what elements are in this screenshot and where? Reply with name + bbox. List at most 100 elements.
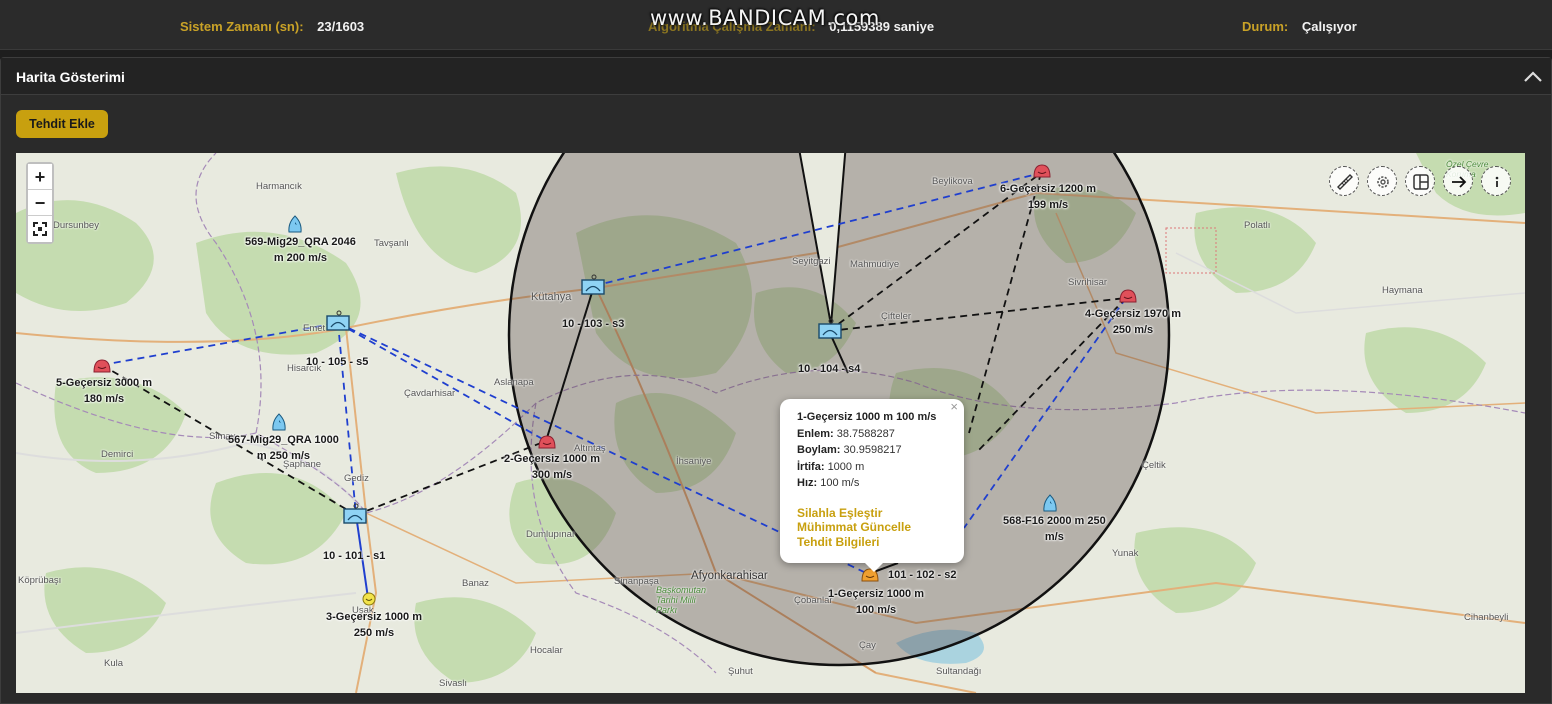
- system-label-s1: 10 - 101 - s1: [323, 550, 386, 562]
- threat-label-line1: 4-Geçersiz 1970 m: [1085, 308, 1182, 320]
- threat-label-line1: 6-Geçersiz 1200 m: [1000, 183, 1097, 195]
- status-bar: Sistem Zamanı (sn): 23/1603 Algoritma Ça…: [0, 0, 1552, 50]
- aircraft-label-568: 568-F16 2000 m 250 m/s: [1003, 513, 1106, 545]
- town-label: Kula: [104, 658, 124, 669]
- threat-label-t3: 3-Geçersiz 1000 m 250 m/s: [326, 609, 422, 641]
- park-label: Başkomutan Tarihi Milli Parkı: [656, 585, 707, 615]
- threat-label-line1: 3-Geçersiz 1000 m: [326, 611, 423, 623]
- threat-marker-t3[interactable]: [361, 591, 377, 607]
- gear-icon: [1377, 176, 1389, 188]
- system-marker-s4[interactable]: [817, 318, 845, 342]
- map-view[interactable]: Harmancık Dursunbey Tavşanlı Kütahya Eme…: [16, 153, 1525, 693]
- add-threat-button[interactable]: Tehdit Ekle: [16, 110, 108, 138]
- threat-marker-t2[interactable]: [538, 434, 556, 450]
- next-button[interactable]: [1443, 166, 1473, 196]
- alt-label: İrtifa:: [797, 460, 825, 473]
- close-icon[interactable]: ×: [950, 399, 958, 416]
- town-label: Çobanlar: [794, 595, 833, 606]
- system-marker-s3[interactable]: [580, 274, 608, 298]
- system-marker-s5[interactable]: [325, 310, 353, 334]
- town-label: Afyonkarahisar: [691, 570, 768, 582]
- threat-label-line2: 100 m/s: [855, 604, 897, 616]
- threat-label-line1: 2-Geçersiz 1000 m: [504, 453, 601, 465]
- system-time-label: Sistem Zamanı (sn):: [180, 19, 304, 34]
- info-button[interactable]: [1481, 166, 1511, 196]
- zoom-out-button[interactable]: −: [28, 190, 52, 216]
- map-canvas: [16, 153, 1525, 693]
- lon-value: 30.9598217: [843, 444, 902, 456]
- weapon-pair-link[interactable]: Silahla Eşleştir: [797, 506, 952, 521]
- speed-label: Hız:: [797, 477, 818, 489]
- town-label: Haymana: [1382, 285, 1423, 296]
- zoom-in-button[interactable]: +: [28, 164, 52, 190]
- system-time-value: 23/1603: [317, 19, 365, 34]
- chevron-up-icon[interactable]: [1523, 68, 1543, 84]
- threat-info-link[interactable]: Tehdit Bilgileri: [797, 535, 952, 550]
- settings-button[interactable]: [1367, 166, 1397, 196]
- panel-header[interactable]: Harita Gösterimi: [1, 58, 1551, 95]
- threat-label-t6: 6-Geçersiz 1200 m 199 m/s: [1000, 181, 1096, 213]
- town-label: Çay: [859, 640, 876, 651]
- lat-label: Enlem:: [797, 427, 834, 440]
- system-marker-s1[interactable]: [342, 503, 370, 527]
- popup-speed: Hız: 100 m/s: [797, 475, 952, 492]
- lon-label: Boylam:: [797, 444, 841, 456]
- popup-lon: Boylam: 30.9598217: [797, 442, 952, 459]
- town-label: Hocalar: [530, 645, 563, 656]
- threat-label-line1: 1-Geçersiz 1000 m: [828, 588, 925, 600]
- town-label: Harmancık: [256, 181, 302, 192]
- system-time: Sistem Zamanı (sn): 23/1603: [180, 19, 364, 34]
- fullscreen-icon: [33, 222, 47, 236]
- town-label: Dursunbey: [53, 220, 99, 231]
- threat-label-t1: 1-Geçersiz 1000 m 100 m/s: [828, 586, 924, 618]
- threat-label-t5: 5-Geçersiz 3000 m 180 m/s: [56, 375, 152, 407]
- system-label-s2: 101 - 102 - s2: [888, 569, 957, 581]
- threat-label-line2: 300 m/s: [531, 469, 573, 481]
- town-label: Seyitgazi: [792, 256, 831, 267]
- layout-icon: [1413, 174, 1429, 190]
- ruler-icon: [1337, 174, 1353, 190]
- town-label: Gediz: [344, 473, 369, 484]
- town-label: Demirci: [101, 449, 134, 460]
- threat-label-line2: 180 m/s: [83, 393, 125, 405]
- town-label: Çavdarhisar: [404, 388, 456, 399]
- aircraft-label-line1: 568-F16 2000 m 250: [1003, 515, 1106, 527]
- panel-title: Harita Gösterimi: [16, 69, 125, 85]
- ammo-update-link[interactable]: Mühimmat Güncelle: [797, 520, 952, 535]
- popup-alt: İrtifa: 1000 m: [797, 459, 952, 476]
- threat-marker-t4[interactable]: [1119, 288, 1137, 304]
- town-label: Sivrihisar: [1068, 277, 1108, 288]
- aircraft-label-567: 567-Mig29_QRA 1000 m 250 m/s: [228, 432, 339, 464]
- popup-title: 1-Geçersiz 1000 m 100 m/s: [797, 411, 937, 423]
- threat-marker-t5[interactable]: [93, 358, 111, 374]
- town-label: Çifteler: [881, 311, 912, 322]
- lat-value: 38.7588287: [836, 427, 895, 440]
- run-state: Durum: Çalışıyor: [1242, 19, 1357, 34]
- aircraft-marker-567[interactable]: [271, 413, 287, 431]
- threat-label-t2: 2-Geçersiz 1000 m 300 m/s: [504, 451, 600, 483]
- zoom-controls: + −: [26, 162, 54, 244]
- aircraft-marker-568[interactable]: [1042, 494, 1058, 512]
- aircraft-marker-569[interactable]: [287, 215, 303, 233]
- aircraft-label-line1: 569-Mig29_QRA 2046: [245, 236, 356, 248]
- run-state-label: Durum:: [1242, 19, 1289, 34]
- layout-button[interactable]: [1405, 166, 1435, 196]
- alt-value: 1000 m: [827, 460, 865, 473]
- town-label: Yunak: [1112, 548, 1139, 559]
- town-label: Sultandağı: [936, 666, 982, 677]
- system-label-s5: 10 - 105 - s5: [306, 356, 369, 368]
- system-label-s3: 10 - 103 - s3: [562, 318, 625, 330]
- fit-extent-button[interactable]: [28, 216, 52, 242]
- threat-label-line2: 250 m/s: [1112, 324, 1154, 336]
- town-label: Sinanpaşa: [614, 576, 659, 587]
- town-label: İhsaniye: [676, 456, 712, 467]
- town-label: Cihanbeyli: [1464, 612, 1509, 623]
- arrow-right-icon: [1452, 176, 1467, 188]
- ruler-button[interactable]: [1329, 166, 1359, 196]
- threat-label-line1: 5-Geçersiz 3000 m: [56, 377, 153, 389]
- speed-value: 100 m/s: [820, 477, 860, 489]
- threat-marker-t6[interactable]: [1033, 163, 1051, 179]
- aircraft-label-line2: m/s: [1044, 531, 1064, 543]
- aircraft-label-line2: m 200 m/s: [273, 252, 328, 264]
- popup-lat: Enlem: 38.7588287: [797, 426, 952, 443]
